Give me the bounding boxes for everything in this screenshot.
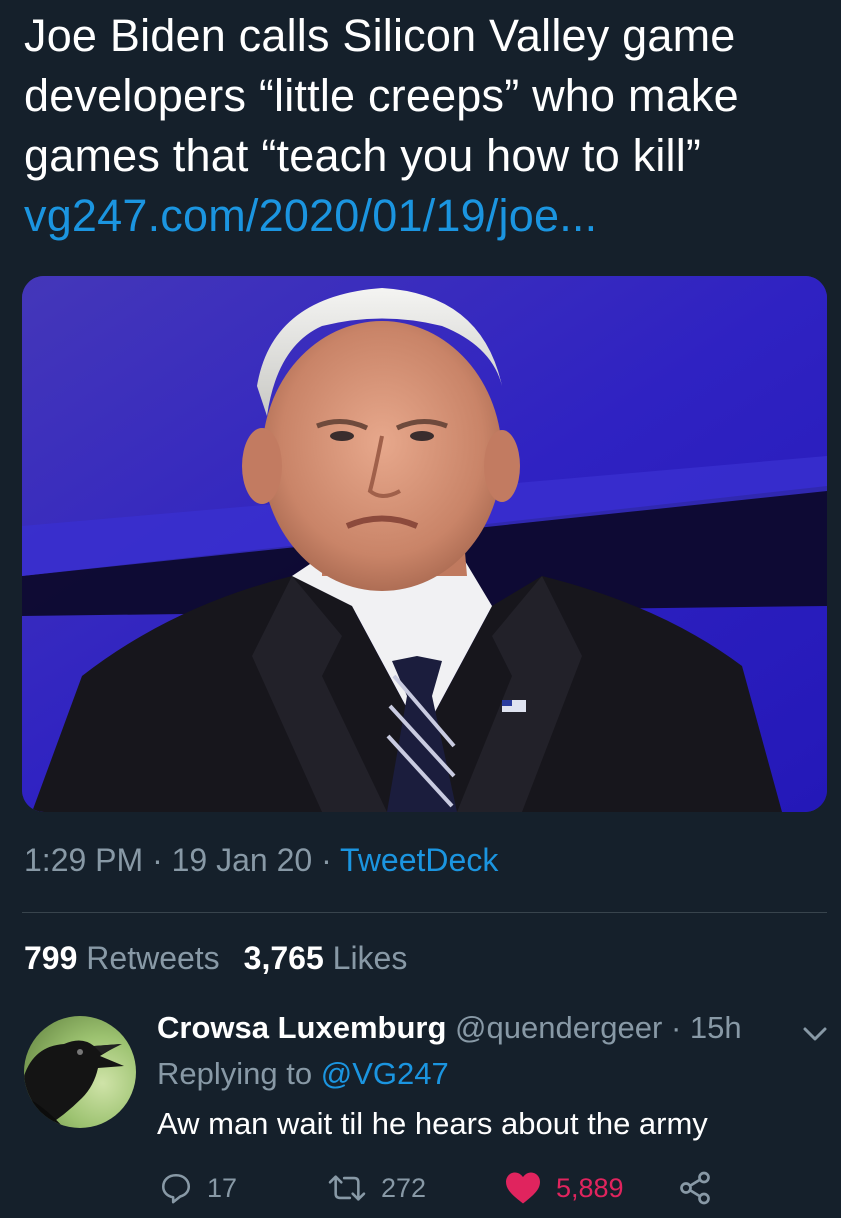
separator: ·: [321, 842, 332, 878]
reply-count: 17: [207, 1172, 238, 1203]
retweet-count: 272: [381, 1172, 427, 1203]
reply-time: 15h: [689, 1010, 742, 1045]
share-button[interactable]: [677, 1168, 727, 1208]
likes-stat[interactable]: 3,765 Likes: [244, 940, 408, 976]
tweet-date: 19 Jan 20: [171, 842, 313, 878]
tweet-stats: 799 Retweets 3,765 Likes: [24, 940, 407, 977]
tweet-photo-image: [22, 276, 827, 812]
tweet-text-line: games that “teach you how to kill”: [24, 130, 702, 181]
crow-avatar-image: [24, 1040, 124, 1128]
tweet-text-line: developers “little creeps” who make: [24, 70, 739, 121]
reply-icon: [161, 1173, 191, 1204]
chevron-down-icon[interactable]: [800, 1024, 830, 1044]
like-button[interactable]: 5,889: [504, 1168, 624, 1208]
reply-text: Aw man wait til he hears about the army: [157, 1106, 708, 1141]
retweet-button[interactable]: 272: [327, 1168, 426, 1208]
tweet-detail-page: Joe Biden calls Silicon Valley game deve…: [0, 0, 841, 1218]
replying-to-label: Replying to: [157, 1056, 313, 1091]
divider: [22, 912, 827, 913]
retweet-icon: [328, 1175, 366, 1201]
avatar[interactable]: [24, 1016, 136, 1128]
retweets-stat[interactable]: 799 Retweets: [24, 940, 220, 976]
tweet-source-link[interactable]: TweetDeck: [340, 842, 498, 878]
replying-to-mention[interactable]: @VG247: [321, 1056, 449, 1091]
replying-to: Replying to @VG247: [157, 1056, 449, 1092]
likes-label: Likes: [332, 940, 408, 976]
tweet-time: 1:29 PM: [24, 842, 144, 878]
reply-header: Crowsa Luxemburg @quendergeer · 15h: [157, 1010, 742, 1046]
reply-author-handle[interactable]: @quendergeer: [455, 1010, 662, 1045]
tweet-text-line: Joe Biden calls Silicon Valley game: [24, 10, 736, 61]
reply-author-name[interactable]: Crowsa Luxemburg: [157, 1010, 446, 1045]
tweet-link[interactable]: vg247.com/2020/01/19/joe...: [24, 186, 824, 246]
tweet-photo[interactable]: [22, 276, 827, 812]
heart-icon: [506, 1172, 540, 1204]
reply-actions: 17 272 5,889: [157, 1168, 757, 1208]
tweet-text: Joe Biden calls Silicon Valley game deve…: [24, 6, 824, 246]
retweets-label: Retweets: [86, 940, 220, 976]
retweets-count: 799: [24, 940, 78, 976]
likes-count: 3,765: [243, 940, 324, 976]
separator: ·: [152, 842, 163, 878]
reply-tweet[interactable]: Crowsa Luxemburg @quendergeer · 15h Repl…: [0, 1000, 841, 1218]
share-icon: [680, 1171, 710, 1205]
reply-button[interactable]: 17: [159, 1168, 237, 1208]
tweet-timestamp: 1:29 PM · 19 Jan 20 · TweetDeck: [24, 842, 498, 879]
like-count: 5,889: [556, 1172, 624, 1203]
separator: ·: [670, 1010, 682, 1045]
